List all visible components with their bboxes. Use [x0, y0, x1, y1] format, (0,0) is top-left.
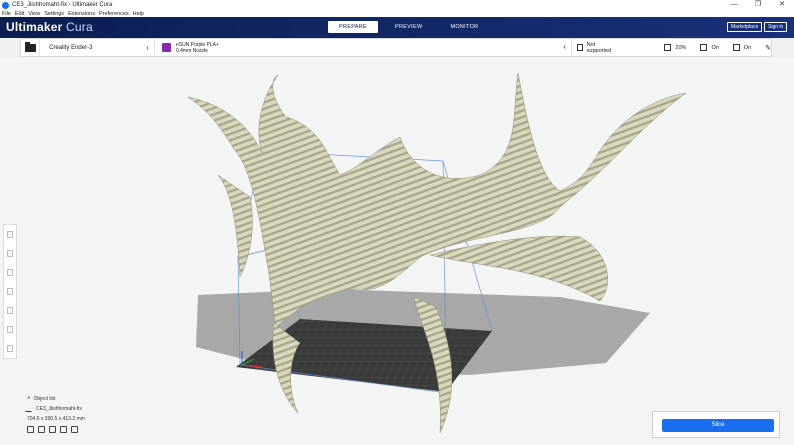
left-tool-panel — [3, 224, 17, 359]
maximize-icon[interactable]: ❐ — [746, 0, 770, 10]
menu-bar: File Edit View Settings Extensions Prefe… — [0, 10, 794, 17]
logo-brand: Ultimaker — [6, 20, 63, 34]
scale-tool-button[interactable] — [4, 244, 16, 263]
chevron-left-icon: ‹ — [146, 43, 149, 52]
build-plate-adhesion-icon — [732, 44, 740, 51]
chevron-up-icon: ˄ — [27, 396, 31, 402]
tab-prepare[interactable]: PREPARE — [328, 21, 378, 33]
object-list-panel: ˄ Object list CE3_Jiishhomaht-fix 704.5 … — [25, 396, 157, 433]
view-orientation-buttons — [27, 426, 157, 433]
object-list-label: Object list — [33, 396, 56, 402]
logo-product: Cura — [66, 20, 93, 34]
3d-view-icon[interactable] — [27, 426, 34, 433]
open-file-button[interactable] — [21, 39, 41, 56]
material-name: eSUN Purple PLA+ — [175, 41, 219, 48]
top-toolbar: Creality Ender-3 ‹ eSUN Purple PLA+ 0.4m… — [20, 38, 772, 57]
menu-settings[interactable]: Settings — [44, 11, 64, 17]
infill-icon — [664, 44, 672, 51]
object-name: CE3_Jiishhomaht-fix — [36, 406, 82, 412]
spool-icon — [161, 43, 171, 52]
signin-button[interactable]: Sign in — [764, 22, 788, 32]
window-title: CE3_Jiishhomaht-fix - Ultimaker Cura — [12, 2, 113, 8]
rotate-tool-button[interactable] — [4, 263, 16, 282]
custom-support-button[interactable] — [4, 339, 16, 358]
menu-preferences[interactable]: Preferences — [99, 11, 129, 17]
rotate-icon — [7, 269, 13, 276]
material-selector[interactable]: eSUN Purple PLA+ 0.4mm Nozzle ‹ — [155, 39, 572, 56]
infill-value: 20% — [675, 44, 687, 51]
front-view-icon[interactable] — [38, 426, 45, 433]
move-icon — [7, 231, 13, 238]
move-tool-button[interactable] — [4, 225, 16, 244]
print-settings-selector[interactable]: Not supported 20% On On ✎ — [572, 39, 771, 56]
menu-view[interactable]: View — [28, 11, 40, 17]
chevron-left-icon: ‹ — [563, 42, 566, 51]
scale-icon — [7, 250, 13, 257]
right-view-icon[interactable] — [71, 426, 78, 433]
cura-app-icon — [2, 1, 9, 9]
support-blocker-button[interactable] — [4, 320, 16, 339]
adhesion-icon — [700, 44, 708, 51]
scene-canvas[interactable] — [0, 57, 794, 445]
close-icon[interactable]: ✕ — [770, 0, 794, 10]
marketplace-button[interactable]: Marketplace — [727, 22, 763, 32]
3d-viewport[interactable]: Slice — [0, 57, 794, 445]
printer-name: Creality Ender-3 — [49, 44, 93, 51]
left-view-icon[interactable] — [60, 426, 67, 433]
mirror-icon — [7, 288, 13, 295]
menu-help[interactable]: Help — [133, 11, 144, 17]
slice-panel: Slice — [652, 411, 780, 438]
per-model-settings-button[interactable] — [4, 301, 16, 320]
per-model-settings-icon — [7, 307, 13, 314]
menu-edit[interactable]: Edit — [15, 11, 24, 17]
support-icon — [576, 44, 583, 51]
slice-button[interactable]: Slice — [662, 419, 774, 432]
tab-monitor[interactable]: MONITOR — [439, 21, 489, 33]
pencil-icon[interactable]: ✎ — [765, 44, 771, 52]
custom-support-icon — [7, 345, 13, 352]
pencil-icon[interactable] — [25, 406, 35, 412]
folder-icon — [24, 41, 36, 52]
object-list-toggle[interactable]: ˄ Object list — [27, 396, 157, 402]
top-view-icon[interactable] — [49, 426, 56, 433]
menu-file[interactable]: File — [2, 11, 11, 17]
cura-logo: Ultimaker Cura — [6, 20, 93, 34]
mirror-tool-button[interactable] — [4, 282, 16, 301]
nozzle-size: 0.4mm Nozzle — [175, 47, 208, 54]
adhesion-value: On — [743, 44, 752, 51]
tab-preview[interactable]: PREVIEW — [384, 21, 433, 33]
object-dimensions: 704.5 x 390.5 x 413.2 mm — [27, 416, 85, 422]
printer-selector[interactable]: Creality Ender-3 ‹ — [40, 39, 155, 56]
menu-extensions[interactable]: Extensions — [68, 11, 95, 17]
support-value: On — [711, 44, 719, 51]
profile-status: Not supported — [586, 41, 612, 54]
window-controls: — ❐ ✕ — [722, 0, 794, 10]
stage-tabs: PREPARE PREVIEW MONITOR — [328, 21, 489, 33]
minimize-icon[interactable]: — — [722, 0, 746, 10]
window-title-bar: CE3_Jiishhomaht-fix - Ultimaker Cura — ❐… — [0, 0, 794, 10]
support-blocker-icon — [7, 326, 13, 333]
cura-header: Ultimaker Cura PREPARE PREVIEW MONITOR M… — [0, 17, 794, 38]
